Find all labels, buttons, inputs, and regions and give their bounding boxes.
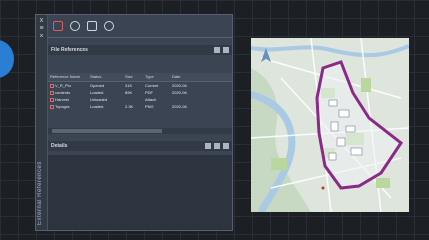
column-header-type[interactable]: Type (143, 73, 170, 81)
file-references-label: File References (51, 47, 88, 53)
pdf-file-icon (50, 90, 54, 95)
close-icon[interactable]: x (38, 17, 45, 24)
reference-name: V_R_Plu (55, 83, 71, 88)
reference-date: 2020-06 (172, 90, 187, 95)
autohide-icon[interactable]: × (38, 33, 45, 40)
palette-side-strip: x ≡ × External References (36, 15, 48, 230)
palette-toolbar (48, 15, 232, 38)
column-header-name[interactable]: Reference Name (48, 73, 88, 81)
reference-date (170, 96, 200, 103)
column-header-date[interactable]: Date (170, 73, 200, 81)
reference-size: 31K (125, 83, 133, 88)
image-file-icon (50, 104, 54, 109)
attach-dwg-icon[interactable] (53, 21, 63, 31)
list-view-icon[interactable] (214, 47, 220, 53)
details-label: Details (51, 143, 68, 149)
palette-title: External References (37, 161, 43, 225)
table-row[interactable]: Topogra Loaded 2.3K PNG 2020-06 (48, 103, 232, 110)
reference-name: contents (55, 90, 71, 95)
reference-name: Harvest (55, 97, 69, 102)
reference-type: PDF (145, 90, 153, 95)
reference-size: 89K (125, 90, 133, 95)
tree-view-icon[interactable] (223, 47, 229, 53)
dwg-file-icon (50, 83, 54, 88)
reference-name: Topogra (55, 104, 70, 109)
table-horizontal-scrollbar[interactable] (48, 128, 232, 134)
external-references-palette: x ≡ × External References File Reference… (35, 14, 233, 231)
file-references-header: File References (48, 45, 232, 55)
table-row[interactable]: Harvest Unloaded Attach (48, 96, 232, 103)
map-drawing (251, 38, 409, 212)
scrollbar-thumb[interactable] (52, 129, 162, 133)
help-icon[interactable] (104, 21, 114, 31)
details-view-icon[interactable] (205, 143, 211, 149)
table-header: Reference Name Status Size Type Date (48, 73, 232, 82)
table-row[interactable]: V_R_Plu Opened 31K Current 2020-06 (48, 82, 232, 89)
refresh-icon[interactable] (70, 21, 80, 31)
column-header-size[interactable]: Size (123, 73, 143, 81)
reference-type: Current (145, 83, 159, 88)
reference-date: 2020-06 (172, 104, 187, 109)
reference-status: Loaded (90, 104, 104, 109)
table-row[interactable]: contents Loaded 89K PDF 2020-06 (48, 89, 232, 96)
close-details-icon[interactable] (223, 143, 229, 149)
reference-type: PNG (145, 104, 154, 109)
reference-size (123, 96, 143, 103)
attached-map-image[interactable] (251, 38, 409, 212)
references-table: Reference Name Status Size Type Date V_R… (48, 73, 232, 110)
reference-status: Unloaded (90, 97, 108, 102)
reference-size: 2.3K (125, 104, 134, 109)
properties-icon[interactable]: ≡ (38, 25, 45, 32)
reference-type: Attach (145, 97, 157, 102)
reference-status: Loaded (90, 90, 104, 95)
reference-status: Opened (90, 83, 105, 88)
dwg-file-icon (50, 97, 54, 102)
reference-date: 2020-06 (172, 83, 187, 88)
change-path-icon[interactable] (87, 21, 97, 31)
preview-view-icon[interactable] (214, 143, 220, 149)
column-header-status[interactable]: Status (88, 73, 123, 81)
details-panel (48, 155, 232, 230)
details-header: Details (48, 141, 232, 151)
